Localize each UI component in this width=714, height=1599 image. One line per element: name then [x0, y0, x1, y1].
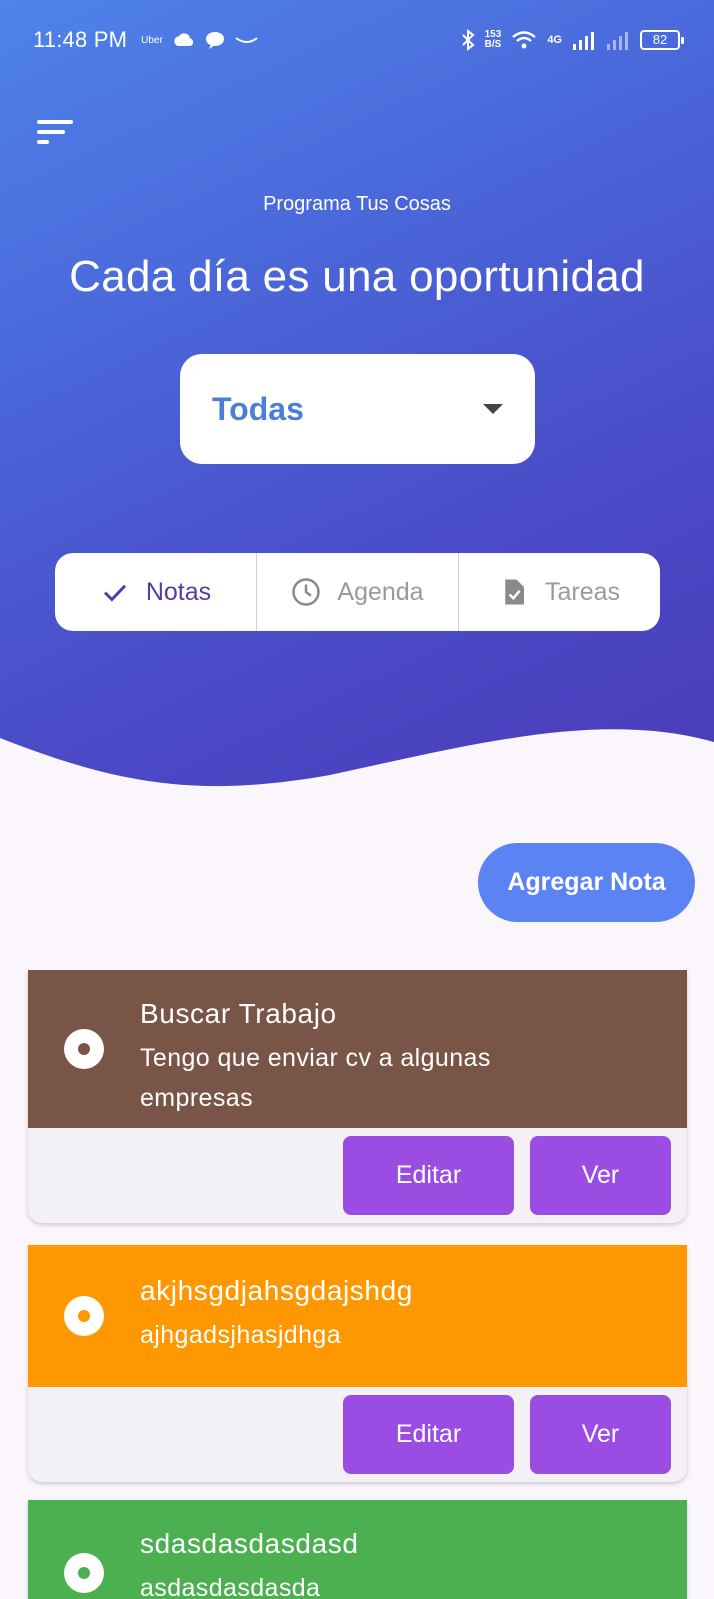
note-card: Buscar Trabajo Tengo que enviar cv a alg… — [28, 970, 687, 1223]
amazon-smile-icon — [235, 37, 258, 43]
note-card: akjhsgdjahsgdajshdg ajhgadsjhasjdhga Edi… — [28, 1245, 687, 1482]
segment-label: Tareas — [544, 577, 621, 606]
note-description: Tengo que enviar cv a algunas empresas — [140, 1044, 491, 1112]
segment-label: Notas — [145, 577, 212, 606]
view-button[interactable]: Ver — [530, 1136, 671, 1215]
segment-notas[interactable]: Notas — [55, 553, 257, 631]
segment-agenda[interactable]: Agenda — [257, 553, 459, 631]
note-card: sdasdasdasdasd asdasdasdasda — [28, 1500, 687, 1599]
wifi-icon — [512, 31, 537, 49]
clock-icon — [292, 578, 321, 606]
note-description: asdasdasdasda — [140, 1574, 321, 1599]
chat-bubble-icon — [205, 32, 224, 49]
add-note-button[interactable]: Agregar Nota — [478, 843, 695, 922]
caret-down-icon — [483, 404, 503, 414]
filter-selected-value: Todas — [212, 390, 304, 427]
note-title: sdasdasdasdasd — [140, 1528, 359, 1559]
radio-icon[interactable] — [64, 1553, 104, 1593]
view-button[interactable]: Ver — [530, 1395, 671, 1474]
check-icon — [103, 584, 126, 602]
task-file-icon — [505, 579, 524, 605]
segment-label: Agenda — [337, 577, 424, 606]
cloud-icon — [174, 33, 193, 46]
battery-icon: 82 — [640, 30, 684, 50]
header-wave — [0, 729, 714, 830]
note-card-header[interactable]: sdasdasdasdasd asdasdasdasda — [28, 1500, 687, 1599]
app-subtitle: Programa Tus Cosas — [263, 193, 451, 215]
filter-dropdown[interactable]: Todas — [180, 354, 535, 464]
radio-icon[interactable] — [64, 1029, 104, 1069]
signal-strength-secondary-icon — [607, 32, 628, 50]
uber-notification-icon: Uber — [141, 34, 163, 46]
signal-strength-icon — [573, 32, 594, 50]
note-title: akjhsgdjahsgdajshdg — [140, 1275, 413, 1306]
network-speed: 153 B/S — [484, 29, 502, 50]
status-time: 11:48 PM — [33, 27, 128, 52]
status-bar: 11:48 PM Uber 153 B/S 4G 82 — [0, 0, 714, 80]
radio-icon[interactable] — [64, 1296, 104, 1336]
bluetooth-icon — [461, 29, 475, 51]
note-card-header[interactable]: akjhsgdjahsgdajshdg ajhgadsjhasjdhga — [28, 1245, 687, 1387]
network-type: 4G — [547, 34, 562, 46]
edit-button[interactable]: Editar — [343, 1395, 514, 1474]
note-card-header[interactable]: Buscar Trabajo Tengo que enviar cv a alg… — [28, 970, 687, 1128]
page-title: Cada día es una oportunidad — [69, 252, 645, 301]
segment-tareas[interactable]: Tareas — [459, 553, 660, 631]
menu-icon[interactable] — [37, 120, 77, 150]
category-segmented-control: Notas Agenda Tareas — [55, 553, 660, 631]
note-description: ajhgadsjhasjdhga — [140, 1321, 342, 1349]
edit-button[interactable]: Editar — [343, 1136, 514, 1215]
note-title: Buscar Trabajo — [140, 998, 337, 1029]
